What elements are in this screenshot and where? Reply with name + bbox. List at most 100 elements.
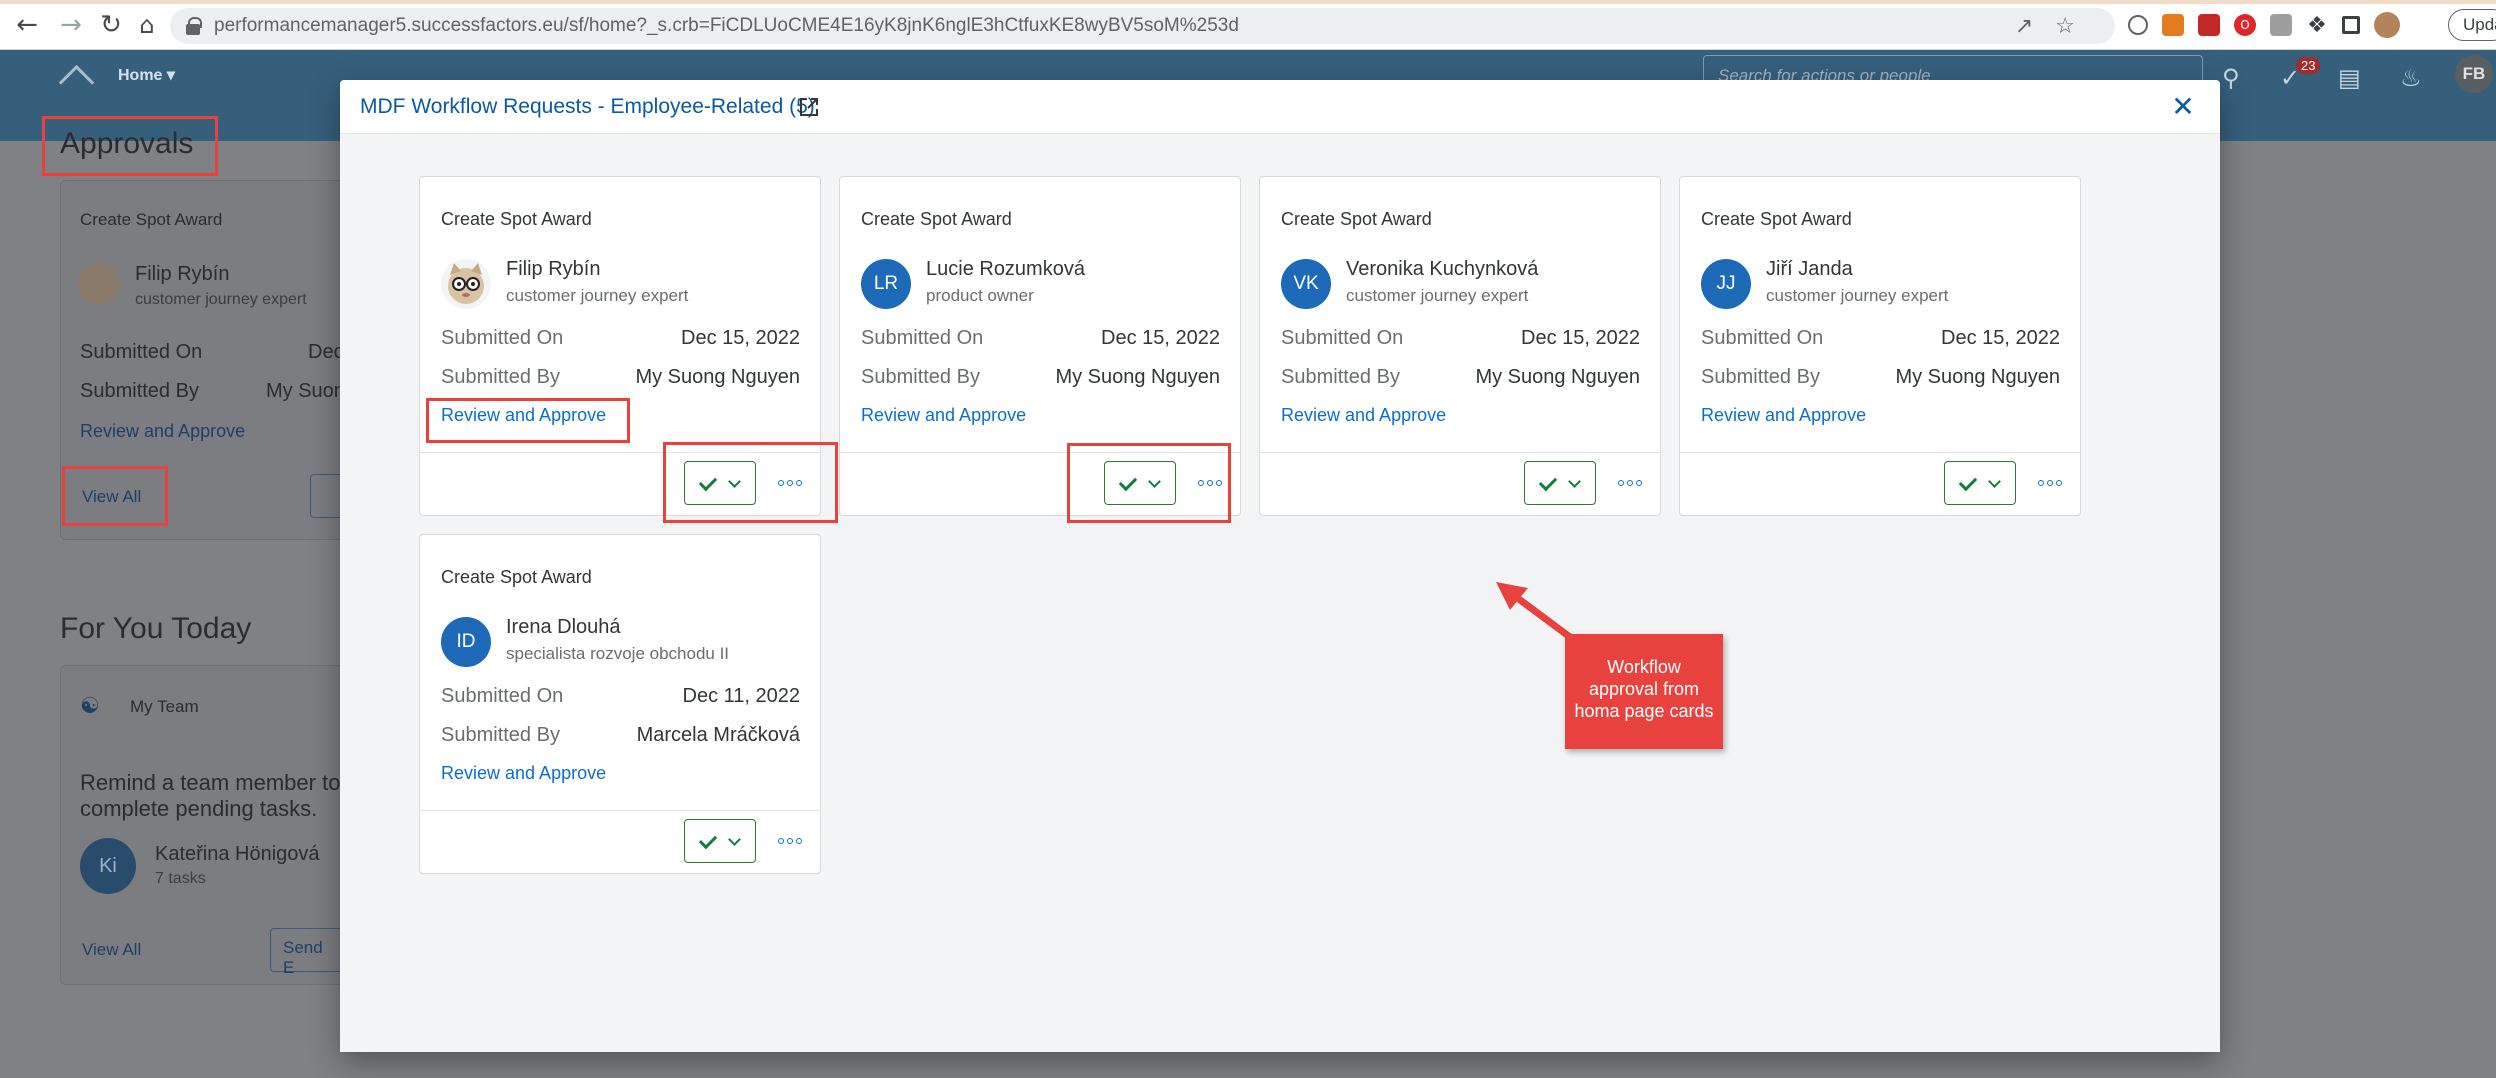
approval-card-submitted-by-label: Submitted By (80, 380, 199, 402)
for-you-today-heading: For You Today (60, 612, 252, 645)
address-bar[interactable]: performancemanager5.successfactors.eu/sf… (170, 8, 2115, 44)
dialog-header: MDF Workflow Requests - Employee-Related… (340, 80, 2220, 134)
home-icon[interactable] (60, 64, 90, 90)
back-arrow-icon[interactable]: ← (12, 10, 42, 40)
employee-name: Lucie Rozumková (926, 258, 1085, 280)
more-options-icon[interactable] (1618, 473, 1642, 493)
approval-card-submitted-on-value: Dec (308, 341, 344, 363)
send-email-button[interactable]: Send E (270, 928, 350, 977)
extension-circle-icon[interactable] (2128, 15, 2148, 35)
notification-count-badge: 23 (2296, 57, 2321, 74)
review-and-approve-link[interactable]: Review and Approve (861, 405, 1026, 426)
submitted-by-label: Submitted By (1281, 366, 1400, 388)
review-and-approve-link[interactable]: Review and Approve (1701, 405, 1866, 426)
card-type-label: Create Spot Award (441, 209, 592, 229)
extension-orange-icon[interactable] (2162, 14, 2184, 36)
bookmark-star-icon[interactable]: ☆ (2055, 14, 2075, 39)
annotation-box-approve-button-1 (663, 442, 838, 523)
submitted-on-label: Submitted On (1281, 327, 1404, 349)
extension-red-book-icon[interactable] (2198, 14, 2220, 36)
team-message-line-2: complete pending tasks. (80, 796, 318, 821)
annotation-box-view-all (62, 466, 168, 526)
opera-extension-icon[interactable]: O (2234, 14, 2256, 36)
submitted-on-label: Submitted On (1701, 327, 1824, 349)
annotation-callout: Workflow approval from homa page cards (1565, 634, 1723, 749)
callout-line-3: homa page cards (1574, 701, 1714, 721)
side-panel-icon[interactable] (2342, 16, 2360, 34)
chevron-down-icon (728, 835, 740, 847)
open-in-new-window-icon[interactable] (797, 95, 821, 119)
checkmark-icon (1540, 476, 1558, 490)
checkmark-icon (700, 834, 718, 848)
chevron-down-icon (1568, 477, 1580, 489)
employee-name: Irena Dlouhá (506, 616, 621, 638)
dialog-close-icon[interactable]: ✕ (2168, 92, 2198, 122)
chevron-down-icon (1988, 477, 2000, 489)
team-view-all-link[interactable]: View All (82, 940, 141, 960)
cat-with-glasses-photo (448, 263, 484, 304)
extensions-bar: O ❖ (2128, 10, 2400, 40)
employee-initials-avatar[interactable]: JJ (1701, 259, 1751, 309)
card-type-label: Create Spot Award (1281, 209, 1432, 229)
approval-card-submitted-on-label: Submitted On (80, 341, 203, 363)
submitted-on-value: Dec 15, 2022 (1941, 327, 2060, 349)
approval-card-name: Filip Rybín (135, 263, 230, 285)
annotation-box-approvals (42, 116, 218, 176)
callout-line-1: Workflow (1607, 657, 1681, 677)
caret-down-icon: ▾ (166, 67, 175, 84)
home-menu[interactable]: Home ▾ (118, 65, 175, 85)
approve-split-button[interactable] (1944, 461, 2016, 505)
submitted-by-value: My Suong Nguyen (635, 366, 800, 388)
submitted-by-label: Submitted By (861, 366, 980, 388)
approve-split-button[interactable] (684, 819, 756, 863)
home-button-icon[interactable]: ⌂ (132, 10, 162, 40)
employee-name: Veronika Kuchynková (1346, 258, 1539, 280)
submitted-by-label: Submitted By (441, 724, 560, 746)
user-avatar[interactable]: FB (2455, 55, 2493, 93)
team-member-avatar: Ki (80, 838, 136, 894)
employee-name: Jiří Janda (1766, 258, 1853, 280)
employee-initials-avatar[interactable]: ID (441, 617, 491, 667)
more-options-icon[interactable] (778, 831, 802, 851)
approve-split-button[interactable] (1524, 461, 1596, 505)
review-and-approve-link[interactable]: Review and Approve (1281, 405, 1446, 426)
submitted-by-value: Marcela Mráčková (636, 724, 800, 746)
card-type-label: Create Spot Award (861, 209, 1012, 229)
employee-photo-avatar[interactable] (441, 259, 491, 309)
submitted-by-value: My Suong Nguyen (1895, 366, 2060, 388)
annotation-box-review-link (426, 398, 630, 443)
submitted-on-value: Dec 15, 2022 (1521, 327, 1640, 349)
approval-card-type: Create Spot Award (80, 210, 223, 229)
request-card-3: Create Spot Award VK Veronika Kuchynková… (1259, 176, 1661, 516)
review-and-approve-link[interactable]: Review and Approve (441, 763, 606, 784)
more-options-icon[interactable] (2038, 473, 2062, 493)
employee-initials-avatar[interactable]: LR (861, 259, 911, 309)
approval-card-photo (78, 263, 120, 305)
submitted-on-value: Dec 15, 2022 (1101, 327, 1220, 349)
employee-initials-avatar[interactable]: VK (1281, 259, 1331, 309)
lock-icon (186, 17, 202, 35)
submitted-on-label: Submitted On (441, 327, 564, 349)
document-icon[interactable]: ▤ (2338, 64, 2361, 92)
team-icon: ☯ (80, 694, 100, 719)
puzzle-extensions-icon[interactable]: ❖ (2306, 13, 2328, 38)
dialog-title: MDF Workflow Requests - Employee-Related… (360, 95, 815, 118)
card-footer-divider (420, 810, 820, 811)
browser-update-button[interactable]: Update (2448, 9, 2496, 41)
submitted-by-value: My Suong Nguyen (1475, 366, 1640, 388)
employee-name: Filip Rybín (506, 258, 601, 280)
extension-grey-icon[interactable] (2270, 14, 2292, 36)
request-card-4: Create Spot Award JJ Jiří Janda customer… (1679, 176, 2081, 516)
home-menu-label: Home (118, 67, 163, 84)
team-member-tasks: 7 tasks (155, 870, 206, 887)
share-icon[interactable]: ↗ (2015, 14, 2033, 39)
card-footer-divider (1260, 452, 1660, 453)
search-icon[interactable]: ⚲ (2222, 64, 2240, 92)
request-card-5: Create Spot Award ID Irena Dlouhá specia… (419, 534, 821, 874)
submitted-by-label: Submitted By (1701, 366, 1820, 388)
bell-icon[interactable]: ♨ (2400, 64, 2422, 92)
approval-card-review-link[interactable]: Review and Approve (80, 421, 245, 442)
reload-icon[interactable]: ↻ (96, 10, 126, 40)
forward-arrow-icon[interactable]: → (56, 10, 86, 40)
profile-avatar[interactable] (2374, 12, 2400, 38)
